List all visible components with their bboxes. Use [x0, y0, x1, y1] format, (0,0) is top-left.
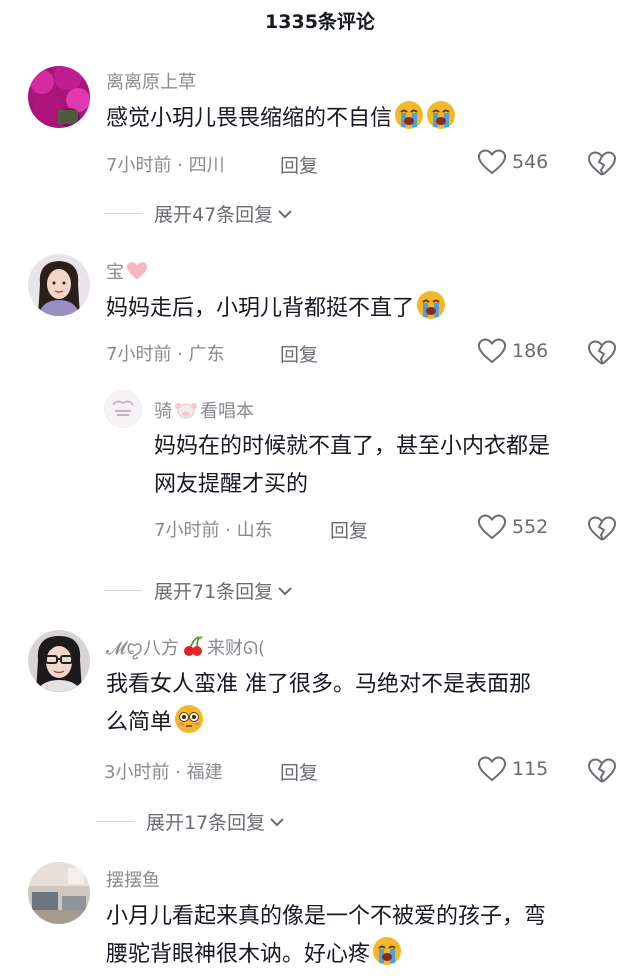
avatar[interactable]: [28, 862, 90, 924]
comment-text: 小月儿看起来真的像是一个不被爱的孩子，弯 腰驼背眼神很木讷。好心疼: [106, 898, 626, 974]
comment-text-line-2: 腰驼背眼神很木讷。好心疼: [106, 936, 626, 974]
comment-item: 摆摆鱼 小月儿看起来真的像是一个不被爱的孩子，弯 腰驼背眼神很木讷。好心疼: [0, 0, 640, 978]
loudly-crying-emoji-icon: [372, 936, 402, 966]
comment-text-line: 小月儿看起来真的像是一个不被爱的孩子，弯: [106, 904, 547, 929]
username[interactable]: 摆摆鱼: [106, 866, 160, 892]
comment-text-content: 腰驼背眼神很木讷。好心疼: [106, 942, 371, 967]
